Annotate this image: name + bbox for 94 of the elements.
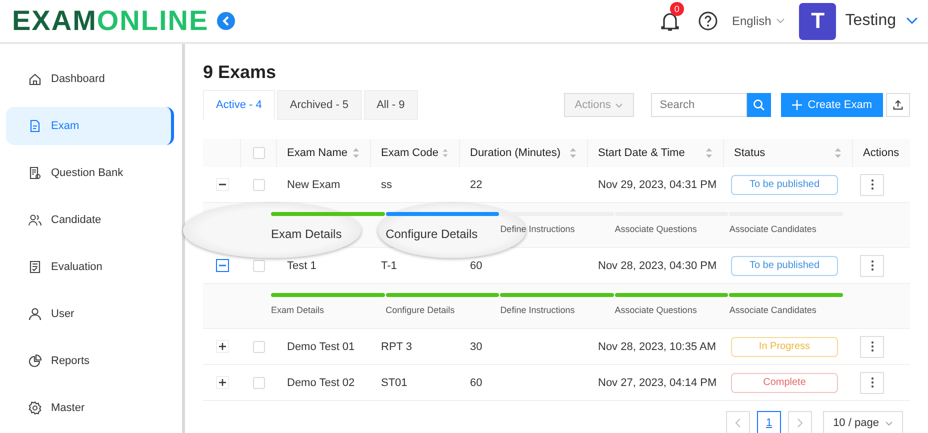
column-header[interactable]: Start Date & Time (588, 139, 724, 167)
more-icon (870, 260, 874, 271)
sidebar-item[interactable]: User (6, 295, 174, 333)
table-cell: 60 (460, 365, 588, 401)
collapse-button[interactable] (216, 12, 235, 30)
expand-row-button[interactable] (216, 376, 228, 389)
sidebar-item[interactable]: Question Bank (6, 154, 174, 192)
sidebar-item[interactable]: Candidate (6, 201, 174, 239)
logo: EXAMONLINE (12, 5, 209, 37)
search-icon (752, 99, 765, 111)
sidebar-item[interactable]: Evaluation (6, 248, 174, 286)
step-label: Configure Details (386, 305, 456, 315)
step-label: Exam Details (271, 305, 326, 315)
table-cell: Nov 28, 2023, 10:35 AM (588, 329, 724, 365)
column-header[interactable]: Status (724, 139, 853, 167)
table-cell: ST01 (371, 365, 460, 401)
expand-row-button[interactable] (216, 340, 228, 353)
search-button[interactable] (746, 93, 771, 117)
checklist-icon (28, 260, 42, 274)
sidebar-item[interactable]: Master (6, 389, 174, 427)
column-header[interactable]: Actions (853, 139, 910, 167)
sort-icon[interactable] (569, 148, 577, 158)
user-name: Testing (845, 12, 896, 30)
table-cell: Demo Test 02 (277, 365, 371, 401)
status-badge: In Progress (731, 336, 838, 356)
document-icon (28, 119, 42, 133)
people-icon (28, 213, 42, 227)
sidebar-item[interactable]: Exam (6, 107, 174, 145)
column-header[interactable]: Exam Name (277, 139, 371, 167)
chevron-left-icon (735, 418, 741, 428)
user-avatar[interactable]: T (799, 2, 836, 40)
table-cell: Demo Test 01 (277, 329, 371, 365)
plus-icon (218, 378, 226, 387)
language-select[interactable]: English (732, 14, 786, 28)
sort-icon[interactable] (352, 148, 360, 158)
next-page-button[interactable] (788, 411, 812, 433)
sidebar-item[interactable]: Reports (6, 342, 174, 380)
tab[interactable]: Active - 4 (203, 90, 275, 120)
tab[interactable]: All - 9 (364, 90, 418, 120)
notification-badge: 0 (670, 2, 684, 16)
plus-icon (218, 342, 226, 351)
status-badge: Complete (731, 372, 838, 392)
sort-icon[interactable] (442, 148, 449, 158)
upload-icon (893, 99, 903, 111)
step-label: Associate Candidates (729, 305, 818, 315)
row-checkbox[interactable] (253, 340, 265, 352)
more-icon (870, 341, 874, 352)
table-cell: 30 (460, 329, 588, 365)
user-icon (28, 307, 42, 321)
chevron-right-icon (797, 418, 803, 428)
step-label: Associate Questions (614, 305, 698, 315)
select-all-checkbox[interactable] (252, 147, 264, 159)
chevron-down-icon (884, 420, 893, 426)
more-button[interactable] (860, 336, 884, 358)
plus-icon (792, 100, 802, 110)
document-search-icon (28, 166, 42, 180)
chevron-down-icon (614, 102, 623, 108)
row-checkbox[interactable] (253, 260, 265, 272)
step-label: Configure Details (386, 227, 479, 241)
sort-icon[interactable] (705, 148, 713, 158)
home-icon (28, 72, 42, 86)
step-label: Associate Questions (614, 224, 698, 234)
upload-button[interactable] (886, 93, 910, 117)
column-header[interactable]: Duration (Minutes) (460, 139, 588, 167)
more-button[interactable] (860, 372, 884, 394)
tab[interactable]: Archived - 5 (276, 90, 362, 120)
settings-icon (28, 401, 42, 415)
pie-chart-icon (28, 354, 42, 368)
more-button[interactable] (860, 174, 884, 196)
page-size-select[interactable]: 10 / page (823, 411, 903, 433)
sort-icon[interactable] (834, 148, 842, 158)
step-label: Define Instructions (500, 224, 576, 234)
step-label: Associate Candidates (729, 224, 818, 234)
page-title: 9 Exams (203, 62, 278, 83)
previous-page-button[interactable] (726, 411, 750, 433)
page-button[interactable]: 1 (757, 411, 781, 433)
chevron-down-icon (776, 18, 786, 24)
sidebar-item[interactable]: Dashboard (6, 60, 174, 98)
table-cell: RPT 3 (371, 329, 460, 365)
step-label: Exam Details (271, 227, 343, 241)
search-field[interactable]: Search (650, 93, 747, 117)
table-cell: Nov 27, 2023, 04:14 PM (588, 365, 724, 401)
column-header[interactable]: Exam Code (371, 139, 460, 167)
step-label: Define Instructions (500, 305, 576, 315)
more-button[interactable] (860, 254, 884, 276)
status-badge: To be published (731, 174, 838, 194)
chevron-down-icon[interactable] (906, 17, 918, 25)
help-icon[interactable] (698, 11, 718, 31)
more-icon (870, 377, 874, 388)
more-icon (870, 179, 874, 190)
status-badge: To be published (731, 256, 838, 276)
row-checkbox[interactable] (253, 178, 265, 190)
chevron-left-icon (222, 16, 230, 26)
row-checkbox[interactable] (253, 376, 265, 388)
